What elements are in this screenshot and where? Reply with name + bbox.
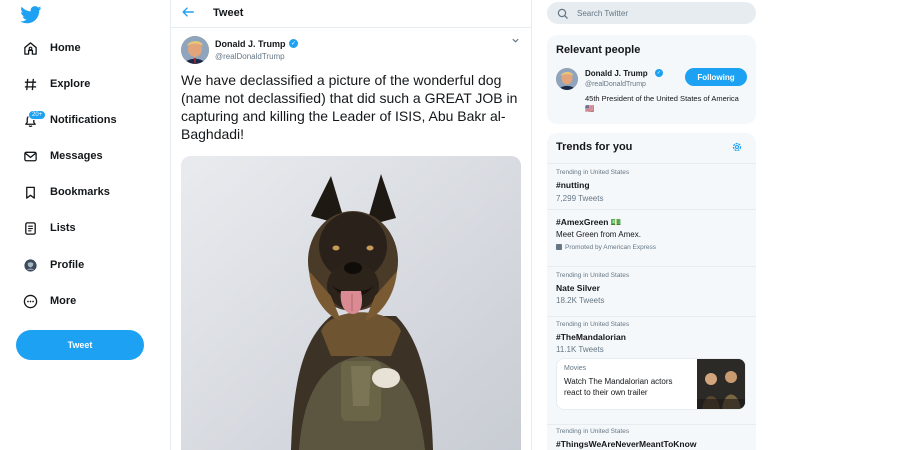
- trend-name: #ThingsWeAreNeverMeantToKnow: [556, 439, 697, 449]
- promoted-icon: [556, 244, 562, 251]
- page-title: Tweet: [213, 7, 244, 19]
- trend-name: Nate Silver: [556, 283, 600, 293]
- nav-explore[interactable]: Explore: [18, 69, 90, 99]
- author-name[interactable]: Donald J. Trump: [215, 39, 286, 49]
- tweet-header: Tweet: [171, 0, 531, 28]
- trend-item[interactable]: Trending in United States Nate Silver 18…: [547, 266, 756, 314]
- relevant-person-avatar[interactable]: [556, 68, 578, 90]
- trend-name: #nutting: [556, 180, 590, 190]
- more-icon: [18, 289, 42, 313]
- nav-explore-label: Explore: [50, 78, 91, 90]
- chevron-down-icon[interactable]: [511, 36, 520, 47]
- back-arrow-icon[interactable]: [181, 5, 195, 22]
- nav-profile-label: Profile: [50, 259, 85, 271]
- trend-meta: Trending in United States: [556, 169, 630, 176]
- trend-item[interactable]: Trending in United States #nutting 7,299…: [547, 163, 756, 209]
- trend-item[interactable]: Trending in United States #ThingsWeAreNe…: [547, 424, 756, 450]
- trend-name: #AmexGreen 💵: [556, 217, 622, 227]
- nav-messages[interactable]: Messages: [18, 141, 103, 171]
- author-handle[interactable]: @realDonaldTrump: [215, 52, 285, 61]
- nav-notifications[interactable]: 20+ Notifications: [18, 105, 117, 135]
- card-text: Watch The Mandalorian actors react to th…: [564, 377, 673, 397]
- bell-icon: 20+: [18, 108, 47, 132]
- relevant-people-panel: Relevant people Donald J. Trump ✓ @realD…: [547, 35, 756, 124]
- nav-bookmarks[interactable]: Bookmarks: [18, 177, 110, 207]
- nav-messages-label: Messages: [50, 150, 103, 162]
- profile-icon: [18, 253, 42, 277]
- trend-item-promoted[interactable]: #AmexGreen 💵 Meet Green from Amex. Promo…: [547, 209, 756, 259]
- search-placeholder: Search Twitter: [577, 8, 628, 18]
- trend-count: 18.2K Tweets: [556, 296, 605, 305]
- search-input[interactable]: Search Twitter: [547, 2, 756, 24]
- trend-count: 11.1K Tweets: [556, 345, 604, 354]
- nav-home[interactable]: Home: [18, 33, 81, 63]
- nav-more[interactable]: More: [18, 286, 76, 316]
- nav-more-label: More: [50, 295, 77, 307]
- nav-notifications-label: Notifications: [50, 114, 117, 126]
- nav-lists[interactable]: Lists: [18, 213, 76, 243]
- trend-meta: Trending in United States: [556, 272, 630, 279]
- trend-description: Meet Green from Amex.: [556, 230, 641, 239]
- nav-home-label: Home: [50, 42, 81, 54]
- compose-tweet-button[interactable]: Tweet: [16, 330, 144, 360]
- relevant-person-handle[interactable]: @realDonaldTrump: [585, 81, 646, 88]
- card-thumbnail: [697, 359, 745, 409]
- list-icon: [18, 216, 42, 240]
- twitter-logo-icon[interactable]: [20, 6, 42, 24]
- trend-media-card[interactable]: Movies Watch The Mandalorian actors reac…: [556, 358, 746, 410]
- verified-badge-icon: ✓: [289, 39, 298, 48]
- trend-meta: Trending in United States: [556, 321, 630, 328]
- verified-badge-icon: ✓: [655, 69, 663, 77]
- envelope-icon: [18, 144, 42, 168]
- nav-lists-label: Lists: [50, 222, 76, 234]
- gear-icon[interactable]: [731, 140, 743, 152]
- hashtag-icon: [18, 72, 42, 96]
- relevant-people-title: Relevant people: [556, 44, 641, 56]
- following-button[interactable]: Following: [685, 68, 747, 86]
- promoted-text: Promoted by American Express: [565, 244, 657, 251]
- trend-count: 7,299 Tweets: [556, 194, 604, 203]
- author-avatar[interactable]: [181, 36, 209, 64]
- tweet-text: We have declassified a picture of the wo…: [181, 72, 518, 142]
- home-icon: [18, 36, 42, 60]
- nav-bookmarks-label: Bookmarks: [50, 186, 110, 198]
- relevant-person-name[interactable]: Donald J. Trump: [585, 69, 648, 78]
- tweet-photo[interactable]: [181, 156, 521, 450]
- relevant-person-bio: 45th President of the United States of A…: [585, 94, 739, 113]
- bookmark-icon: [18, 180, 42, 204]
- promoted-label: Promoted by American Express: [556, 244, 656, 251]
- tweet-column: Tweet Donald J. Trump ✓ @realDonaldTrump…: [170, 0, 532, 450]
- notification-badge: 20+: [28, 110, 47, 120]
- search-icon: [557, 7, 569, 19]
- trend-meta: Trending in United States: [556, 428, 630, 435]
- trends-panel: Trends for you Trending in United States…: [547, 133, 756, 450]
- trends-title: Trends for you: [556, 141, 633, 153]
- card-category: Movies: [564, 365, 587, 372]
- nav-profile[interactable]: Profile: [18, 250, 84, 280]
- trend-name: #TheMandalorian: [556, 332, 626, 342]
